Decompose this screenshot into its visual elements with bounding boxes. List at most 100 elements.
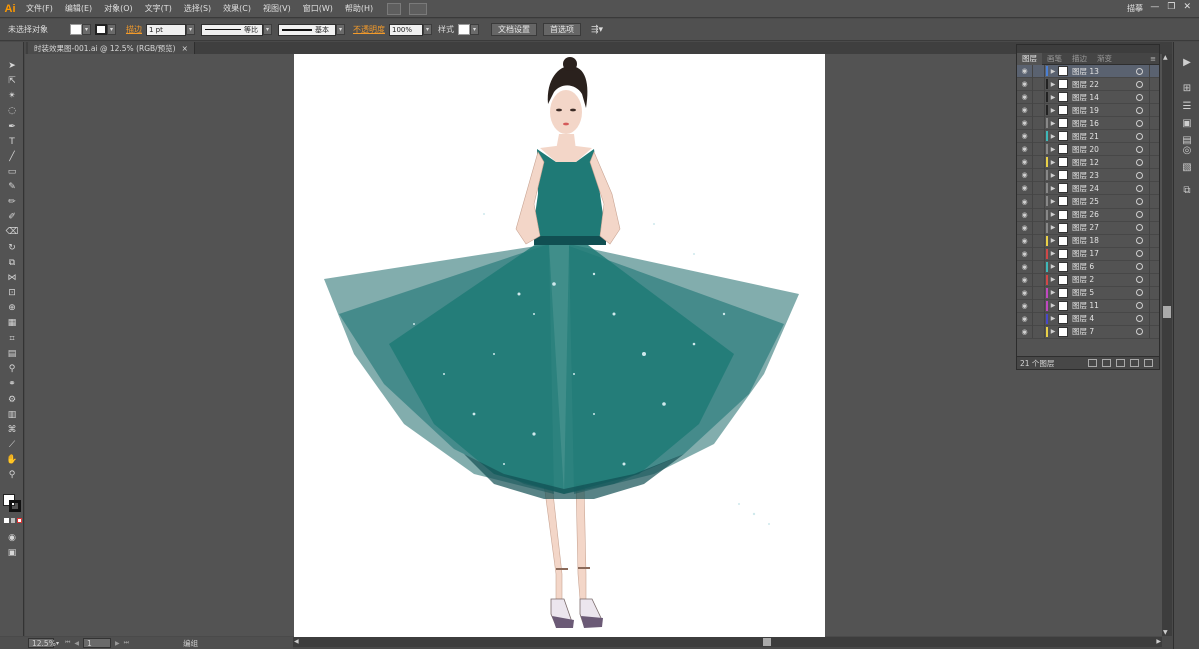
visibility-eye-icon[interactable]: ◉ <box>1017 116 1033 130</box>
selection-column[interactable] <box>1149 221 1159 235</box>
visibility-eye-icon[interactable]: ◉ <box>1017 286 1033 300</box>
color-mode-icons[interactable] <box>4 518 22 526</box>
selection-column[interactable] <box>1149 90 1159 104</box>
document-tab-close-icon[interactable]: × <box>182 44 188 53</box>
panel-menu-icon[interactable]: ≡ <box>1150 55 1156 63</box>
gradient-tool-icon[interactable]: ▤ <box>5 347 19 360</box>
layer-name[interactable]: 图层 19 <box>1072 105 1136 116</box>
layer-name[interactable]: 图层 14 <box>1072 92 1136 103</box>
layer-name[interactable]: 图层 27 <box>1072 222 1136 233</box>
visibility-eye-icon[interactable]: ◉ <box>1017 129 1033 143</box>
menu-item[interactable]: 文字(T) <box>139 3 178 14</box>
expand-arrow-icon[interactable]: ▶ <box>1048 250 1058 257</box>
close-window-button[interactable]: ✕ <box>1183 2 1191 12</box>
arrange-documents-icon[interactable] <box>409 2 428 15</box>
fill-stroke-swatches[interactable] <box>3 494 21 512</box>
lock-toggle[interactable] <box>1033 208 1045 222</box>
graphic-styles-panel-icon[interactable]: ▧ <box>1180 161 1194 174</box>
stroke-profile-dropdown[interactable]: 等比 <box>201 23 263 36</box>
slice-tool-icon[interactable]: ⟋ <box>5 438 19 451</box>
perspective-grid-tool-icon[interactable]: ▦ <box>5 316 19 329</box>
stroke-profile-dropdown-icon[interactable]: ▾ <box>263 24 272 35</box>
stroke-label[interactable]: 描边 <box>126 24 142 35</box>
layer-name[interactable]: 图层 25 <box>1072 196 1136 207</box>
symbol-sprayer-tool-icon[interactable]: ⚙ <box>5 393 19 406</box>
restore-button[interactable]: ❐ <box>1167 2 1175 12</box>
scroll-down-icon[interactable]: ▼ <box>1163 629 1168 636</box>
selection-column[interactable] <box>1149 208 1159 222</box>
expand-arrow-icon[interactable]: ▶ <box>1048 198 1058 205</box>
layer-row[interactable]: ◉ ▶ 图层 27 <box>1017 221 1159 235</box>
expand-arrow-icon[interactable]: ▶ <box>1048 94 1058 101</box>
layer-row[interactable]: ◉ ▶ 图层 21 <box>1017 129 1159 144</box>
layer-row[interactable]: ◉ ▶ 图层 24 <box>1017 181 1159 196</box>
selection-column[interactable] <box>1149 286 1159 300</box>
mesh-tool-icon[interactable]: ⌗ <box>5 332 19 345</box>
expand-arrow-icon[interactable]: ▶ <box>1048 276 1058 283</box>
line-tool-icon[interactable]: ╱ <box>5 150 19 163</box>
visibility-eye-icon[interactable]: ◉ <box>1017 168 1033 182</box>
vertical-scrollbar[interactable]: ▲ ▼ <box>1162 54 1172 636</box>
direct-selection-tool-icon[interactable]: ⇱ <box>5 74 19 87</box>
layer-name[interactable]: 图层 4 <box>1072 313 1136 324</box>
opacity-dropdown-icon[interactable]: ▾ <box>423 24 432 35</box>
layer-row[interactable]: ◉ ▶ 图层 26 <box>1017 208 1159 222</box>
expand-arrow-icon[interactable]: ▶ <box>1048 185 1058 192</box>
hand-tool-icon[interactable]: ✋ <box>5 453 19 466</box>
transform-panel-icon[interactable]: ⊞ <box>1180 82 1194 95</box>
artboard-tool-icon[interactable]: ⌘ <box>5 423 19 436</box>
menu-item[interactable]: 帮助(H) <box>339 3 379 14</box>
target-circle-icon[interactable] <box>1136 315 1143 323</box>
target-circle-icon[interactable] <box>1136 67 1143 75</box>
bridge-icon[interactable] <box>387 2 402 15</box>
layer-name[interactable]: 图层 5 <box>1072 287 1136 298</box>
selection-column[interactable] <box>1149 168 1159 182</box>
visibility-eye-icon[interactable]: ◉ <box>1017 181 1033 195</box>
target-circle-icon[interactable] <box>1136 250 1143 258</box>
visibility-eye-icon[interactable]: ◉ <box>1017 208 1033 222</box>
lock-toggle[interactable] <box>1033 273 1045 287</box>
target-circle-icon[interactable] <box>1136 289 1143 297</box>
scroll-right-icon[interactable]: ▶ <box>1156 638 1161 645</box>
target-circle-icon[interactable] <box>1136 197 1143 205</box>
new-sublayer-icon[interactable] <box>1116 359 1125 367</box>
pencil-tool-icon[interactable]: ✏ <box>5 195 19 208</box>
free-transform-tool-icon[interactable]: ⊡ <box>5 286 19 299</box>
lock-toggle[interactable] <box>1033 181 1045 195</box>
tab-layers[interactable]: 图层 <box>1017 52 1042 65</box>
target-circle-icon[interactable] <box>1136 237 1143 245</box>
preferences-button[interactable]: 首选项 <box>543 23 581 36</box>
target-circle-icon[interactable] <box>1136 80 1143 88</box>
eyedropper-tool-icon[interactable]: ⚲ <box>5 362 19 375</box>
color-mode-icon[interactable] <box>4 518 9 523</box>
layer-row[interactable]: ◉ ▶ 图层 11 <box>1017 299 1159 313</box>
symbols-panel-icon[interactable]: ⧉ <box>1180 184 1194 197</box>
lock-toggle[interactable] <box>1033 221 1045 235</box>
lock-toggle[interactable] <box>1033 286 1045 300</box>
expand-arrow-icon[interactable]: ▶ <box>1048 315 1058 322</box>
minimize-button[interactable]: — <box>1150 2 1159 12</box>
layer-name[interactable]: 图层 23 <box>1072 170 1136 181</box>
lock-toggle[interactable] <box>1033 195 1045 208</box>
visibility-eye-icon[interactable]: ◉ <box>1017 325 1033 339</box>
selection-column[interactable] <box>1149 312 1159 326</box>
menu-item[interactable]: 窗口(W) <box>297 3 339 14</box>
expand-arrow-icon[interactable]: ▶ <box>1048 172 1058 179</box>
selection-column[interactable] <box>1149 299 1159 313</box>
width-tool-icon[interactable]: ⋈ <box>5 271 19 284</box>
layer-name[interactable]: 图层 24 <box>1072 183 1136 194</box>
menu-item[interactable]: 对象(O) <box>98 3 139 14</box>
arrange-icon[interactable]: ⇶▾ <box>591 25 603 35</box>
expand-arrow-icon[interactable]: ▶ <box>1048 68 1058 75</box>
selection-tool-icon[interactable]: ➤ <box>5 59 19 72</box>
layer-name[interactable]: 图层 6 <box>1072 261 1136 272</box>
target-circle-icon[interactable] <box>1136 119 1143 127</box>
selection-column[interactable] <box>1149 103 1159 117</box>
selection-column[interactable] <box>1149 142 1159 156</box>
layer-name[interactable]: 图层 26 <box>1072 209 1136 220</box>
first-artboard-icon[interactable]: ⏮ <box>65 639 70 647</box>
eraser-tool-icon[interactable]: ⌫ <box>5 225 19 238</box>
delete-layer-icon[interactable] <box>1144 359 1153 367</box>
selection-column[interactable] <box>1149 234 1159 248</box>
visibility-eye-icon[interactable]: ◉ <box>1017 312 1033 326</box>
